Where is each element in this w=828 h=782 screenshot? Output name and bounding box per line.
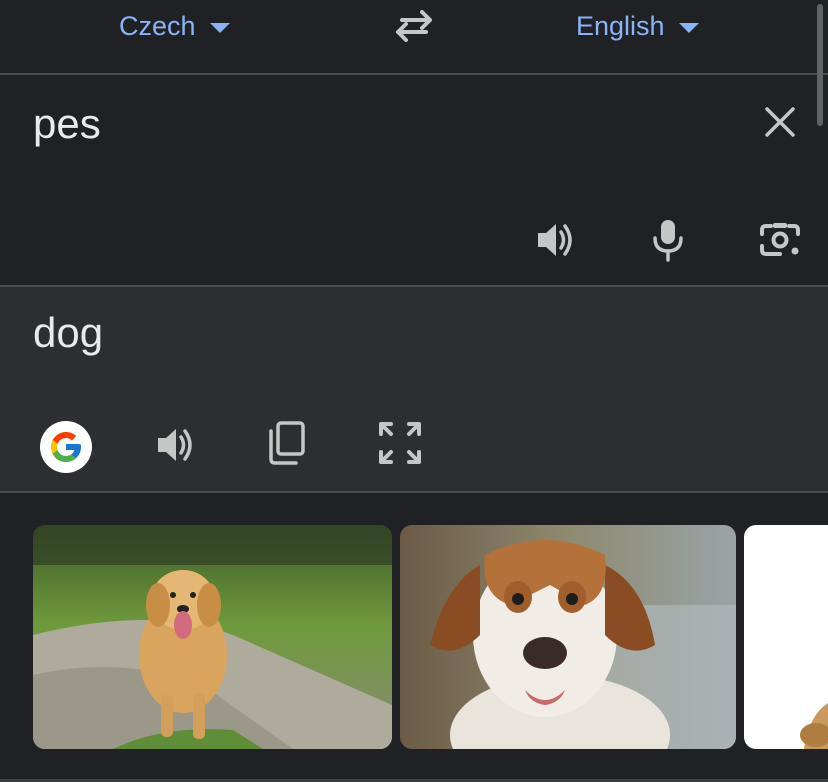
image-results-strip[interactable] bbox=[0, 493, 828, 782]
fullscreen-button[interactable] bbox=[378, 421, 422, 465]
target-language-selector[interactable]: English bbox=[576, 0, 699, 52]
golden-retriever-running-image bbox=[33, 525, 392, 749]
camera-translate-button[interactable] bbox=[756, 216, 804, 264]
image-result[interactable] bbox=[744, 525, 828, 749]
swap-languages-button[interactable] bbox=[392, 6, 436, 46]
close-icon bbox=[765, 107, 795, 137]
source-panel[interactable]: pes bbox=[0, 76, 828, 285]
image-result[interactable] bbox=[400, 525, 736, 749]
source-language-selector[interactable]: Czech bbox=[119, 0, 230, 52]
brown-white-dog-portrait-image bbox=[400, 525, 736, 749]
clear-source-button[interactable] bbox=[758, 100, 802, 144]
source-text-input[interactable]: pes bbox=[33, 100, 101, 148]
divider bbox=[0, 73, 828, 75]
copy-icon bbox=[269, 421, 305, 465]
listen-translation-button[interactable] bbox=[152, 421, 200, 469]
chevron-down-icon bbox=[678, 23, 699, 33]
scrollbar-thumb[interactable] bbox=[817, 4, 823, 126]
translation-panel: dog bbox=[0, 287, 828, 491]
camera-lens-icon bbox=[760, 223, 800, 256]
voice-input-button[interactable] bbox=[646, 216, 690, 264]
chevron-down-icon bbox=[209, 23, 230, 33]
swap-icon bbox=[396, 10, 432, 42]
copy-translation-button[interactable] bbox=[262, 419, 310, 467]
translation-text: dog bbox=[33, 309, 104, 356]
listen-source-button[interactable] bbox=[532, 216, 580, 264]
expand-icon bbox=[379, 422, 421, 464]
speaker-icon bbox=[538, 224, 572, 256]
language-bar: Czech English bbox=[0, 0, 828, 74]
google-logo-icon bbox=[51, 432, 81, 462]
image-result[interactable] bbox=[33, 525, 392, 749]
microphone-icon bbox=[653, 220, 683, 262]
google-search-button[interactable] bbox=[40, 421, 92, 473]
speaker-icon bbox=[158, 429, 192, 461]
target-language-label: English bbox=[576, 10, 665, 41]
source-language-label: Czech bbox=[119, 10, 196, 41]
dog-partial-image bbox=[744, 525, 828, 749]
